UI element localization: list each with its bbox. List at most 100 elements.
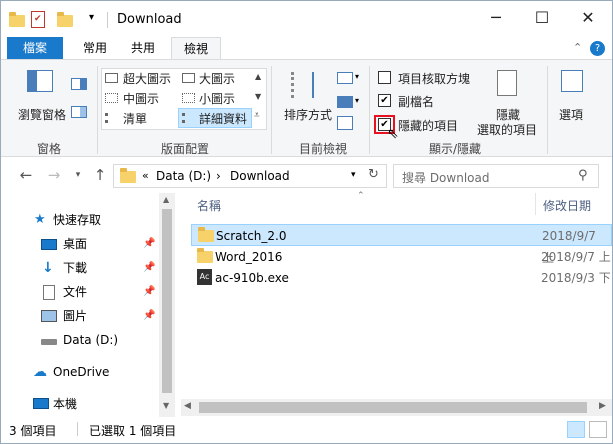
address-bar[interactable]: « Data (D:) › Download ▾ ↻ [113,164,387,188]
layout-scroll-down-icon[interactable]: ▼ [255,92,261,101]
nav-item-documents[interactable]: 文件 📌 [1,281,159,303]
nav-item-onedrive[interactable]: ☁ OneDrive [1,361,159,383]
group-by-dropdown-icon[interactable]: ▾ [355,72,359,81]
search-icon[interactable]: ⚲ [578,168,588,183]
scroll-down-icon[interactable]: ▼ [163,401,169,410]
details-pane-icon[interactable] [71,106,87,118]
nav-item-data-drive[interactable]: Data (D:) [1,329,159,351]
group-by-icon[interactable] [337,72,353,84]
nav-label: 本機 [53,397,78,411]
layout-small[interactable]: 小圖示 [199,90,235,107]
table-row[interactable]: Scratch_2.0 2018/9/7 上 [191,224,612,265]
size-columns-icon[interactable] [337,116,353,130]
sort-ascending-icon: ⌃ [357,191,365,201]
details-view-button[interactable] [567,421,585,438]
group-separator [97,66,98,154]
forward-button[interactable]: → [43,164,65,188]
hide-selected-line2[interactable]: 選取的項目 [477,121,537,138]
quick-access-dropdown-icon[interactable]: ▾ [89,12,94,23]
search-box[interactable]: 搜尋 Download ⚲ [393,164,599,188]
download-arrow-icon: ↓ [42,260,54,276]
details-icon [182,113,195,123]
table-row[interactable]: Ac ac-910b.exe 2018/9/3 下 [191,267,612,289]
back-button[interactable]: ← [15,164,37,188]
tab-home[interactable]: 常用 [75,37,115,60]
help-icon[interactable]: ? [590,41,605,56]
layout-large[interactable]: 大圖示 [199,70,235,87]
add-columns-icon[interactable] [337,96,353,108]
pictures-icon [41,310,57,322]
file-date: 2018/9/7 上 [541,250,611,264]
sort-by-button[interactable]: 排序方式 [284,106,332,123]
file-extensions-checkbox[interactable]: ✔ [378,94,391,107]
maximize-button[interactable]: ☐ [519,1,565,37]
refresh-icon[interactable]: ↻ [368,167,379,182]
properties-icon[interactable]: ✔ [31,11,45,28]
options-button[interactable]: 選項 [559,106,583,123]
column-divider[interactable] [535,193,536,215]
scroll-thumb[interactable] [199,402,587,413]
pin-icon[interactable]: 📌 [143,233,155,255]
status-separator [77,422,78,436]
up-button[interactable]: ↑ [89,164,111,188]
pin-icon[interactable]: 📌 [143,281,155,303]
status-bar: 3 個項目 已選取 1 個項目 [1,417,612,443]
breadcrumb-separator: › [216,169,221,183]
breadcrumb-data-drive[interactable]: Data (D:) [156,169,211,183]
add-columns-dropdown-icon[interactable]: ▾ [355,96,359,105]
content-horizontal-scrollbar[interactable]: ◀ ▶ [181,399,612,416]
scroll-up-icon[interactable]: ▲ [163,195,169,204]
extra-large-icons-icon [105,73,118,83]
layout-group-label: 版面配置 [161,142,210,156]
tab-file[interactable]: 檔案 [7,37,63,60]
group-separator [369,66,370,154]
item-count: 3 個項目 [9,424,57,438]
column-header-modified[interactable]: 修改日期 [543,197,591,214]
layout-scroll-up-icon[interactable]: ▲ [255,72,261,81]
current-view-group-label: 目前檢視 [299,142,348,156]
file-name: ac-910b.exe [215,271,289,285]
search-placeholder: 搜尋 Download [402,171,490,185]
navigation-pane-button[interactable]: 瀏覽窗格 [18,106,66,123]
minimize-button[interactable]: ─ [473,1,519,37]
hidden-items-label: 隱藏的項目 [398,119,459,133]
nav-item-pictures[interactable]: 圖片 📌 [1,305,159,327]
scroll-thumb[interactable] [162,209,172,393]
item-checkboxes-checkbox[interactable] [378,71,391,84]
preview-pane-icon[interactable] [71,78,87,90]
layout-medium[interactable]: 中圖示 [123,90,159,107]
tab-view[interactable]: 檢視 [171,37,221,60]
nav-item-quick-access[interactable]: ★ 快速存取 [1,209,159,231]
nav-item-downloads[interactable]: ↓ 下載 📌 [1,257,159,279]
nav-item-this-pc[interactable]: 本機 [1,393,159,415]
scroll-right-icon[interactable]: ▶ [599,401,606,411]
layout-list[interactable]: 清單 [123,110,147,127]
folder-icon [197,248,213,263]
new-folder-icon[interactable] [57,12,73,27]
layout-extra-large[interactable]: 超大圖示 [123,70,171,87]
column-header-name[interactable]: 名稱 [197,197,221,214]
nav-label: Data (D:) [63,333,119,347]
close-button[interactable]: ✕ [565,1,611,37]
address-dropdown-icon[interactable]: ▾ [351,170,356,180]
layout-details[interactable]: 詳細資料 [199,110,247,127]
tab-share[interactable]: 共用 [123,37,163,60]
breadcrumb-overflow[interactable]: « [142,169,149,182]
pin-icon[interactable]: 📌 [143,257,155,279]
file-date: 2018/9/3 下 [541,271,611,285]
nav-item-desktop[interactable]: 桌面 📌 [1,233,159,255]
recent-dropdown-icon[interactable]: ▾ [67,164,89,188]
breadcrumb-download[interactable]: Download [230,169,290,183]
large-icons-view-button[interactable] [589,421,607,438]
collapse-ribbon-icon[interactable]: ⌃ [573,41,582,54]
pin-icon[interactable]: 📌 [143,305,155,327]
table-row[interactable]: Word_2016 2018/9/7 上 [191,246,612,268]
window-title: Download [117,12,182,27]
navigation-pane-icon[interactable] [27,70,53,92]
nav-scrollbar[interactable]: ▲ ▼ [159,193,175,417]
group-separator [271,66,272,154]
scroll-left-icon[interactable]: ◀ [184,401,191,411]
file-name: Word_2016 [215,250,283,264]
sort-by-icon [291,72,317,98]
layout-more-icon[interactable]: ⩡ [254,110,260,121]
